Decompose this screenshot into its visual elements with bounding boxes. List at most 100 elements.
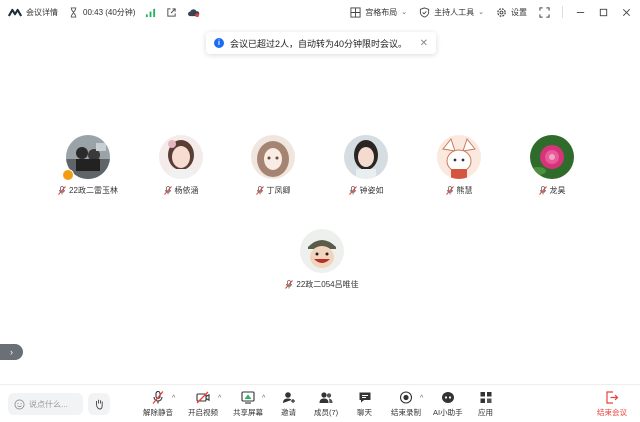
mic-off-icon [348,186,357,195]
cloud-status[interactable] [187,7,200,18]
unmute-label: 解除静音 [143,408,173,417]
mic-off-icon [152,391,164,404]
ai-assistant-label: AI小助手 [433,408,463,417]
chevron-down-icon: ⌄ [478,9,484,16]
share-screen-button[interactable]: 共享屏幕 [233,391,263,418]
apps-grid-icon [480,392,491,403]
participant-tile[interactable]: 龙昊 [507,135,597,196]
mic-off-icon [538,186,547,195]
chevron-right-icon: › [10,347,13,357]
participant-tile[interactable]: 22政二054吕唯佳 [277,229,367,290]
invite-label: 邀请 [281,408,296,417]
participant-name: 钟姿如 [348,185,384,196]
mic-off-icon [163,186,172,195]
participant-name-label: 钟姿如 [359,186,384,195]
quick-chat-input[interactable]: 说点什么... [8,393,83,415]
toast-close-button[interactable]: ✕ [420,38,428,49]
host-tools-label: 主持人工具 [434,7,475,17]
meeting-limit-toast: i 会议已超过2人，自动转为40分钟限时会议。 ✕ [206,32,436,54]
video-options-chevron-icon[interactable]: ^ [218,395,221,402]
minimize-button[interactable] [575,7,586,18]
chat-label: 聊天 [357,408,372,417]
avatar [300,229,344,273]
members-button[interactable]: 成员(7) [314,391,338,418]
timer-label: 00:43 (40分钟) [83,7,136,17]
settings-label: 设置 [511,7,527,17]
settings-button[interactable]: 设置 [496,7,527,18]
participant-name-label: 丁凤卿 [266,186,291,195]
popout-button[interactable] [166,7,177,18]
camera-off-icon [196,391,210,404]
record-icon [399,391,413,404]
participant-tile[interactable]: 熊慧 [414,135,504,196]
avatar [437,135,481,179]
participant-name: 丁凤卿 [255,185,291,196]
exit-meeting-icon [606,391,619,404]
hand-icon [96,399,103,410]
avatar [344,135,388,179]
external-link-icon [167,7,177,17]
tencent-meeting-logo-icon [8,8,22,17]
unmute-button[interactable]: 解除静音 [143,391,173,418]
participant-tile[interactable]: 杨依涵 [136,135,226,196]
add-user-icon [282,392,295,403]
participant-name-label: 龙昊 [549,186,566,195]
layout-label: 宫格布局 [365,7,398,17]
meeting-details-label: 会议详情 [26,7,58,17]
raise-hand-button[interactable] [88,393,110,415]
participant-name-label: 杨依涵 [174,186,199,195]
avatar [530,135,574,179]
host-tools-button[interactable]: 主持人工具 ⌄ [419,6,484,18]
end-meeting-button[interactable]: 结束会议 [597,391,627,418]
minimize-icon [576,11,585,13]
ai-assistant-icon [441,392,454,403]
audio-options-chevron-icon[interactable]: ^ [172,395,175,402]
mic-off-icon [285,280,294,289]
participant-name-label: 22政二雷玉林 [69,186,118,195]
apps-button[interactable]: 应用 [478,391,493,418]
mic-off-icon [445,186,454,195]
layout-button[interactable]: 宫格布局 ⌄ [350,6,408,18]
info-icon: i [214,38,224,48]
chat-icon [359,392,370,403]
end-meeting-label: 结束会议 [597,408,627,417]
fullscreen-icon [539,6,550,18]
recording-options-chevron-icon[interactable]: ^ [420,395,423,402]
start-video-label: 开启视频 [188,408,218,417]
chat-placeholder: 说点什么... [29,399,68,409]
end-recording-label: 结束录制 [391,408,421,417]
participant-name: 22政二雷玉林 [58,185,118,196]
participant-name-label: 22政二054吕唯佳 [296,280,359,289]
participant-tile[interactable]: 钟姿如 [321,135,411,196]
hourglass-icon [70,6,77,18]
chevron-down-icon: ⌄ [401,9,408,16]
participant-tile[interactable]: 丁凤卿 [228,135,318,196]
fullscreen-button[interactable] [539,6,550,18]
divider [562,6,563,18]
toast-message: 会议已超过2人，自动转为40分钟限时会议。 [230,38,408,49]
participant-name-label: 熊慧 [456,186,473,195]
share-screen-label: 共享屏幕 [233,408,263,417]
end-recording-button[interactable]: 结束录制 [391,391,421,418]
signal-strength-icon [146,8,156,17]
share-options-chevron-icon[interactable]: ^ [262,395,265,402]
network-signal[interactable] [145,7,156,18]
close-window-button[interactable] [621,7,632,18]
avatar [251,135,295,179]
participant-tile[interactable]: 22政二雷玉林 [43,135,133,196]
avatar [159,135,203,179]
cloud-icon [188,8,200,17]
ai-assistant-button[interactable]: AI小助手 [433,391,463,418]
mic-off-icon [255,186,264,195]
shield-icon [420,6,430,18]
maximize-icon [599,8,608,16]
top-bar: 会议详情 00:43 (40分钟) 宫格布局 ⌄ 主持人工具 ⌄ 设置 [0,0,640,24]
meeting-details-button[interactable]: 会议详情 [8,7,58,18]
participant-name: 22政二054吕唯佳 [285,279,359,290]
start-video-button[interactable]: 开启视频 [188,391,218,418]
chat-button[interactable]: 聊天 [357,391,372,418]
maximize-button[interactable] [598,7,609,18]
apps-label: 应用 [478,408,493,417]
expand-sidebar-button[interactable]: › [0,344,23,360]
invite-button[interactable]: 邀请 [281,391,296,418]
